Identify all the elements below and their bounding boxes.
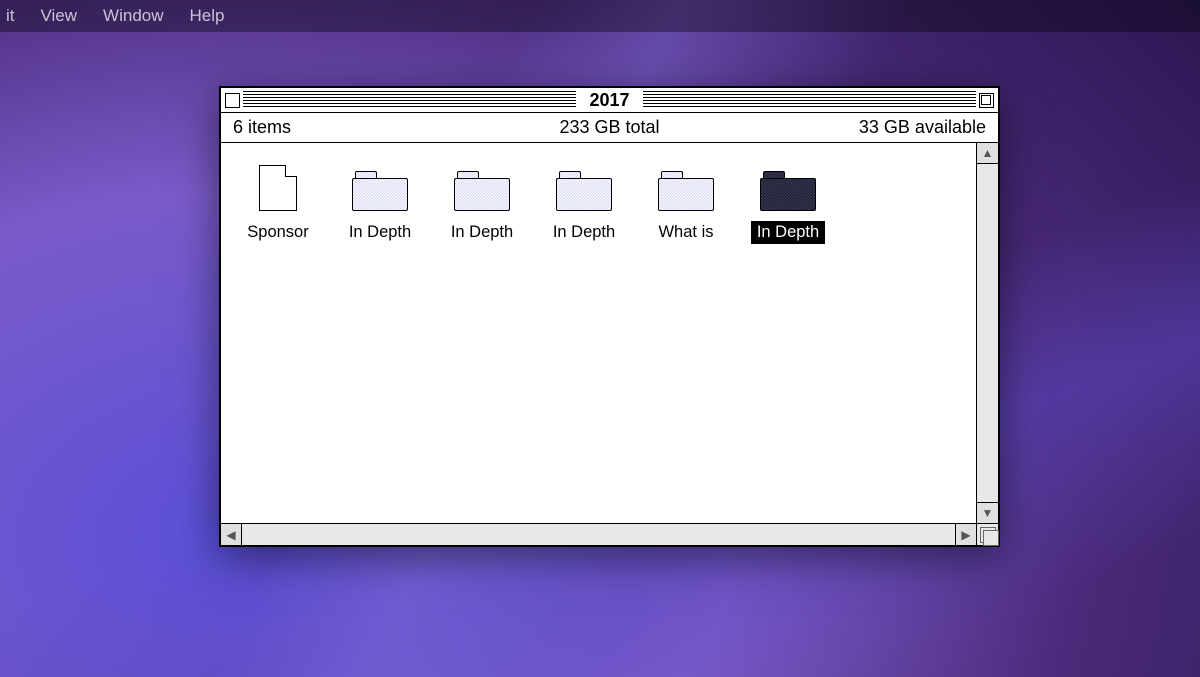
- folder-item[interactable]: In Depth: [443, 161, 521, 244]
- item-label: In Depth: [445, 221, 519, 244]
- item-label: What is: [652, 221, 719, 244]
- finder-window: 2017 6 items 233 GB total 33 GB availabl…: [219, 86, 1000, 547]
- disk-total: 233 GB total: [559, 117, 659, 138]
- titlebar[interactable]: 2017: [221, 88, 998, 113]
- menu-item[interactable]: it: [6, 6, 15, 26]
- item-count: 6 items: [233, 117, 291, 138]
- content-area[interactable]: Sponsor In Depth In Depth In Depth What is In…: [221, 143, 976, 523]
- folder-item[interactable]: In Depth: [341, 161, 419, 244]
- arrow-left-icon[interactable]: ◀: [221, 524, 242, 545]
- folder-icon: [556, 171, 612, 211]
- item-label: In Depth: [547, 221, 621, 244]
- folder-item[interactable]: In Depth: [749, 161, 827, 244]
- close-box[interactable]: [225, 93, 240, 108]
- titlebar-stripes: [243, 91, 576, 109]
- horizontal-scrollbar[interactable]: ◀ ▶: [221, 523, 976, 545]
- menu-item[interactable]: Help: [190, 6, 225, 26]
- menu-item[interactable]: Window: [103, 6, 163, 26]
- titlebar-stripes: [643, 91, 976, 109]
- arrow-down-icon[interactable]: ▼: [977, 502, 998, 523]
- document-icon: [259, 165, 297, 211]
- window-title: 2017: [579, 90, 639, 111]
- folder-item[interactable]: In Depth: [545, 161, 623, 244]
- menu-item[interactable]: View: [41, 6, 78, 26]
- folder-icon: [658, 171, 714, 211]
- disk-available: 33 GB available: [859, 117, 986, 138]
- info-strip: 6 items 233 GB total 33 GB available: [221, 113, 998, 143]
- arrow-up-icon[interactable]: ▲: [977, 143, 998, 164]
- grow-box[interactable]: [976, 523, 998, 545]
- folder-icon: [454, 171, 510, 211]
- item-label: Sponsor: [241, 221, 314, 244]
- folder-icon: [352, 171, 408, 211]
- arrow-right-icon[interactable]: ▶: [955, 524, 976, 545]
- item-label: In Depth: [751, 221, 825, 244]
- menubar: it View Window Help: [0, 0, 1200, 32]
- zoom-box[interactable]: [979, 93, 994, 108]
- item-label: In Depth: [343, 221, 417, 244]
- folder-icon: [760, 171, 816, 211]
- vertical-scrollbar[interactable]: ▲ ▼: [976, 143, 998, 523]
- file-item[interactable]: Sponsor: [239, 161, 317, 244]
- folder-item[interactable]: What is: [647, 161, 725, 244]
